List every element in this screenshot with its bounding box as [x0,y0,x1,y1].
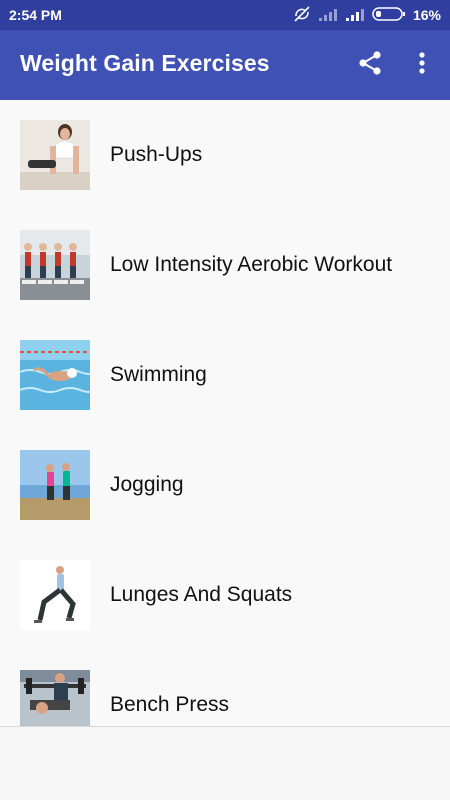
list-item-lunges-squats[interactable]: Lunges And Squats [0,540,450,650]
list-item-bench-press[interactable]: Bench Press [0,650,450,726]
share-icon [357,50,383,81]
share-button[interactable] [355,50,385,80]
list-item-label: Swimming [110,363,207,386]
more-options-button[interactable] [412,50,432,80]
status-bar: 2:54 PM 16% [0,0,450,30]
swimming-thumbnail [20,340,90,410]
jogging-thumbnail [20,450,90,520]
signal-weak-icon [318,7,338,24]
battery-percent: 16% [412,7,441,23]
app-title: Weight Gain Exercises [20,50,270,76]
list-item-jogging[interactable]: Jogging [0,430,450,540]
bottom-area [0,727,450,800]
status-time: 2:54 PM [9,7,62,23]
battery-icon [372,6,406,24]
bench-press-thumbnail [20,670,90,726]
more-vert-icon [419,51,425,79]
list-item-label: Push-Ups [110,143,203,166]
push-ups-thumbnail [20,120,90,190]
exercise-list[interactable]: Push-Ups Low Intensity Aerobic Workout S… [0,100,450,726]
list-item-label: Lunges And Squats [110,583,293,606]
signal-icon [345,7,365,24]
list-item-label: Jogging [110,473,184,496]
list-item-swimming[interactable]: Swimming [0,320,450,430]
sync-off-icon [293,5,311,25]
list-item-label: Bench Press [110,693,230,716]
list-item-label: Low Intensity Aerobic Workout [110,253,393,276]
list-item-aerobic-workout[interactable]: Low Intensity Aerobic Workout [0,210,450,320]
list-item-push-ups[interactable]: Push-Ups [0,100,450,210]
aerobic-workout-thumbnail [20,230,90,300]
status-icons: 16% [293,5,441,25]
lunges-squats-thumbnail [20,560,90,630]
app-bar: Weight Gain Exercises [0,30,450,100]
